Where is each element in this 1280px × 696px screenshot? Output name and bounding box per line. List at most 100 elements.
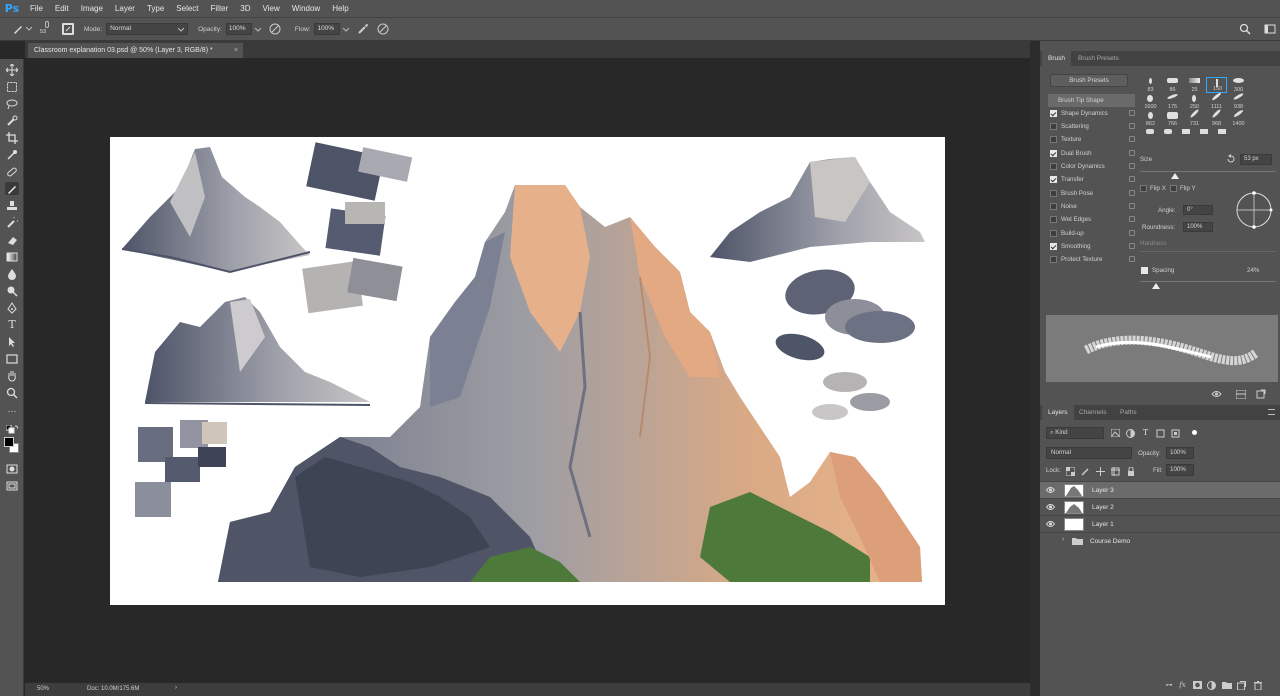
- lock-image-pixels-icon[interactable]: [1080, 466, 1091, 476]
- tab-layers[interactable]: Layers: [1042, 405, 1074, 420]
- app-logo[interactable]: Ps: [0, 0, 24, 17]
- zoom-level[interactable]: 50%: [37, 686, 49, 692]
- layer-name[interactable]: Layer 1: [1092, 516, 1114, 533]
- document-canvas[interactable]: [110, 137, 945, 605]
- menu-filter[interactable]: Filter: [205, 0, 235, 17]
- spacing-value[interactable]: 24%: [1247, 267, 1259, 274]
- new-brush-icon[interactable]: [1255, 389, 1266, 399]
- lock-icon[interactable]: [1129, 163, 1135, 169]
- brush-tip[interactable]: 1111: [1206, 91, 1227, 110]
- foreground-color-swatch[interactable]: [4, 437, 14, 447]
- menu-file[interactable]: File: [24, 0, 49, 17]
- crop-tool-icon[interactable]: [5, 131, 19, 144]
- layer-filter-kind-select[interactable]: ⌕ Kind: [1046, 427, 1104, 439]
- trash-icon[interactable]: [1252, 680, 1263, 690]
- new-group-icon[interactable]: [1221, 680, 1232, 690]
- visibility-eye-icon[interactable]: [1046, 486, 1055, 494]
- document-tab[interactable]: Classroom explanation 03.psd @ 50% (Laye…: [28, 43, 243, 58]
- path-selection-tool-icon[interactable]: [5, 335, 19, 348]
- checkbox-checked[interactable]: [1050, 243, 1057, 250]
- eraser-tool-icon[interactable]: [5, 233, 19, 246]
- brush-setting-brush-pose[interactable]: Brush Pose: [1048, 187, 1135, 200]
- brush-setting-build-up[interactable]: Build-up: [1048, 227, 1135, 240]
- brush-setting-texture[interactable]: Texture: [1048, 133, 1135, 146]
- airbrush-icon[interactable]: [357, 23, 369, 35]
- more-tools-icon[interactable]: ···: [5, 404, 19, 417]
- checkbox-unchecked[interactable]: [1050, 256, 1057, 263]
- menu-view[interactable]: View: [257, 0, 286, 17]
- brush-setting-wet-edges[interactable]: Wet Edges: [1048, 213, 1135, 226]
- layer-name[interactable]: Layer 2: [1092, 499, 1114, 516]
- mode-select[interactable]: Normal: [106, 23, 189, 35]
- brush-setting-protect-texture[interactable]: Protect Texture: [1048, 253, 1135, 266]
- brush-setting-noise[interactable]: Noise: [1048, 200, 1135, 213]
- layer-opacity-input[interactable]: 100%: [1166, 447, 1194, 459]
- spacing-slider-track[interactable]: [1140, 281, 1276, 282]
- pressure-opacity-icon[interactable]: [269, 23, 281, 35]
- brush-setting-dual-brush[interactable]: Dual Brush: [1048, 147, 1135, 160]
- brush-tip[interactable]: 766: [1162, 111, 1183, 127]
- lock-icon[interactable]: [1129, 136, 1135, 142]
- menu-edit[interactable]: Edit: [49, 0, 75, 17]
- toggle-live-tip-icon[interactable]: [1211, 389, 1222, 399]
- size-input[interactable]: 53 px: [1240, 154, 1272, 165]
- brush-setting-smoothing[interactable]: Smoothing: [1048, 240, 1135, 253]
- chevron-down-icon[interactable]: [343, 27, 350, 32]
- brush-tip[interactable]: 862: [1140, 111, 1161, 127]
- lock-icon[interactable]: [1129, 176, 1135, 182]
- layer-row-layer-2[interactable]: Layer 2: [1040, 498, 1280, 515]
- checkbox-unchecked[interactable]: [1050, 203, 1057, 210]
- lock-icon[interactable]: [1129, 203, 1135, 209]
- brush-tip-selected[interactable]: 150: [1206, 77, 1227, 93]
- brush-setting-tip-shape[interactable]: Brush Tip Shape: [1048, 94, 1135, 107]
- brush-tip[interactable]: 731: [1184, 108, 1205, 127]
- layer-name[interactable]: Layer 3: [1092, 482, 1114, 499]
- hand-tool-icon[interactable]: [5, 369, 19, 382]
- layer-row-layer-3[interactable]: Layer 3: [1040, 481, 1280, 498]
- search-icon[interactable]: [1239, 23, 1251, 35]
- menu-image[interactable]: Image: [75, 0, 109, 17]
- history-brush-tool-icon[interactable]: [5, 216, 19, 229]
- filter-toggle-icon[interactable]: [1192, 430, 1197, 435]
- brush-tip[interactable]: 968: [1206, 108, 1227, 127]
- brush-tip[interactable]: 938: [1228, 92, 1249, 110]
- brush-tip-grid[interactable]: 83 86 25 150 300 1600 175 250 1111 938 8…: [1140, 77, 1260, 147]
- add-mask-icon[interactable]: [1192, 680, 1203, 690]
- flow-input[interactable]: 100%: [314, 23, 341, 35]
- brush-tool-icon[interactable]: [12, 23, 24, 35]
- filter-shape-layers-icon[interactable]: [1155, 428, 1166, 438]
- lock-icon[interactable]: [1129, 243, 1135, 249]
- menu-help[interactable]: Help: [326, 0, 354, 17]
- checkbox-checked[interactable]: [1050, 150, 1057, 157]
- marquee-tool-icon[interactable]: [5, 80, 19, 93]
- brush-angle-widget[interactable]: [1233, 189, 1275, 231]
- pressure-size-icon[interactable]: [377, 23, 389, 35]
- size-slider-thumb[interactable]: [1171, 173, 1179, 179]
- menu-3d[interactable]: 3D: [234, 0, 256, 17]
- brush-panel-toggle-icon[interactable]: [62, 23, 74, 35]
- reset-colors-icon[interactable]: [5, 425, 19, 434]
- reset-size-icon[interactable]: [1226, 154, 1236, 164]
- menu-type[interactable]: Type: [141, 0, 170, 17]
- menu-select[interactable]: Select: [170, 0, 204, 17]
- move-tool-icon[interactable]: [5, 63, 19, 76]
- brush-grid-view-icon[interactable]: [1235, 389, 1246, 399]
- new-layer-icon[interactable]: [1236, 680, 1247, 690]
- checkbox-unchecked[interactable]: [1050, 163, 1057, 170]
- brush-tip[interactable]: 175: [1162, 93, 1183, 110]
- lock-icon[interactable]: [1129, 190, 1135, 196]
- visibility-eye-icon[interactable]: [1046, 520, 1055, 528]
- fill-input[interactable]: 100%: [1166, 464, 1194, 476]
- filter-adjustment-layers-icon[interactable]: [1125, 428, 1136, 438]
- checkbox-checked[interactable]: [1050, 110, 1057, 117]
- brush-tip[interactable]: 300: [1228, 77, 1249, 93]
- brush-presets-button[interactable]: Brush Presets: [1050, 74, 1128, 87]
- brush-tip[interactable]: 25: [1184, 77, 1205, 93]
- blend-mode-select[interactable]: Normal: [1046, 447, 1132, 459]
- checkbox-unchecked[interactable]: [1050, 230, 1057, 237]
- lasso-tool-icon[interactable]: [5, 97, 19, 110]
- lock-icon[interactable]: [1129, 230, 1135, 236]
- tab-channels[interactable]: Channels: [1073, 405, 1112, 420]
- roundness-input[interactable]: 100%: [1183, 222, 1213, 232]
- rectangle-tool-icon[interactable]: [5, 352, 19, 365]
